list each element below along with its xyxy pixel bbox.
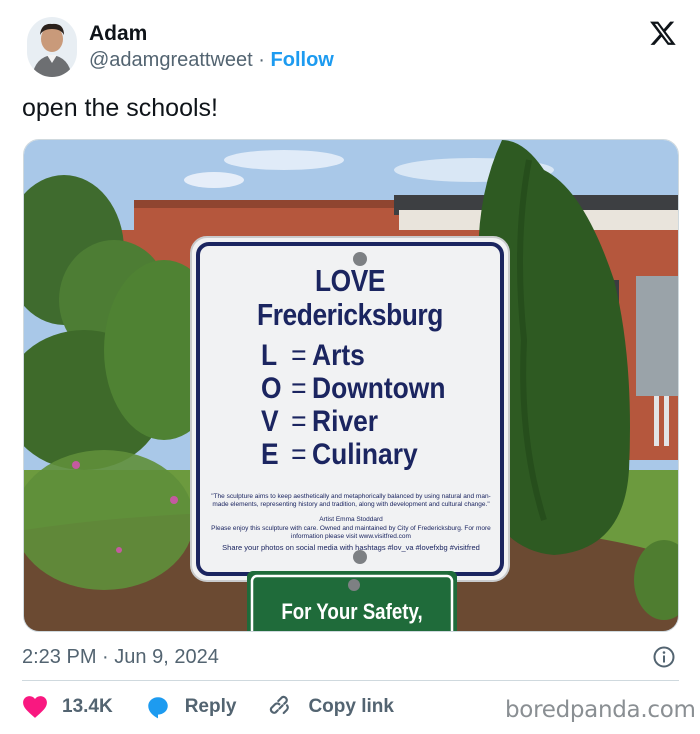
divider [22,680,679,681]
tweet-date: Jun 9, 2024 [114,646,219,668]
x-logo-icon[interactable] [649,19,677,47]
copy-link-label: Copy link [308,696,394,717]
sign-fine-print-quote: "The sculpture aims to keep aestheticall… [211,493,491,508]
safety-sign-text: For Your Safety, [281,599,423,624]
user-name[interactable]: Adam [89,22,147,46]
reply-button[interactable]: Reply [145,694,237,720]
separator-dot: · [258,49,265,71]
reply-bubble-icon [147,697,168,719]
tweet-timestamp[interactable]: 2:23 PM · Jun 9, 2024 [22,645,219,669]
sign-share-text: Share your photos on social media with h… [222,543,480,552]
avatar[interactable] [27,17,77,77]
handle-row: @adamgreattweet · Follow [89,48,334,72]
tweet-time: 2:23 PM [22,646,97,668]
heart-icon [23,696,47,718]
sign-title-city: Fredericksburg [257,297,443,332]
tweet-photo[interactable]: LOVE Fredericksburg L = Arts O = Downtown V =… [23,139,679,632]
love-fredericksburg-sign: LOVE Fredericksburg L = Arts O = Downtown V =… [189,235,511,583]
sign-row-v: V = River [261,405,379,438]
sign-row-e: E = Culinary [261,438,418,471]
sign-fine-print-artist: Artist Emma Stoddard [319,516,383,523]
like-count: 13.4K [62,696,113,717]
link-icon [270,695,290,715]
tweet-text: open the schools! [22,94,218,122]
follow-button[interactable]: Follow [271,49,334,71]
reply-label: Reply [184,696,237,717]
tweet-card: Adam @adamgreattweet · Follow open the s… [0,0,700,734]
separator-dot: · [102,646,109,668]
sign-title-love: LOVE [314,263,386,298]
watermark: boredpanda.com [505,697,696,723]
user-handle[interactable]: @adamgreattweet [89,49,253,71]
sign-fine-print-info: Please enjoy this sculpture with care. O… [211,525,491,540]
safety-sign: For Your Safety, [247,571,457,631]
info-icon[interactable] [652,645,676,669]
like-button[interactable]: 13.4K [22,695,113,719]
sign-row-l: L = Arts [261,339,365,372]
action-bar: 13.4K Reply Copy link [22,693,426,721]
copy-link-button[interactable]: Copy link [268,694,394,720]
sign-row-o: O = Downtown [261,372,446,405]
